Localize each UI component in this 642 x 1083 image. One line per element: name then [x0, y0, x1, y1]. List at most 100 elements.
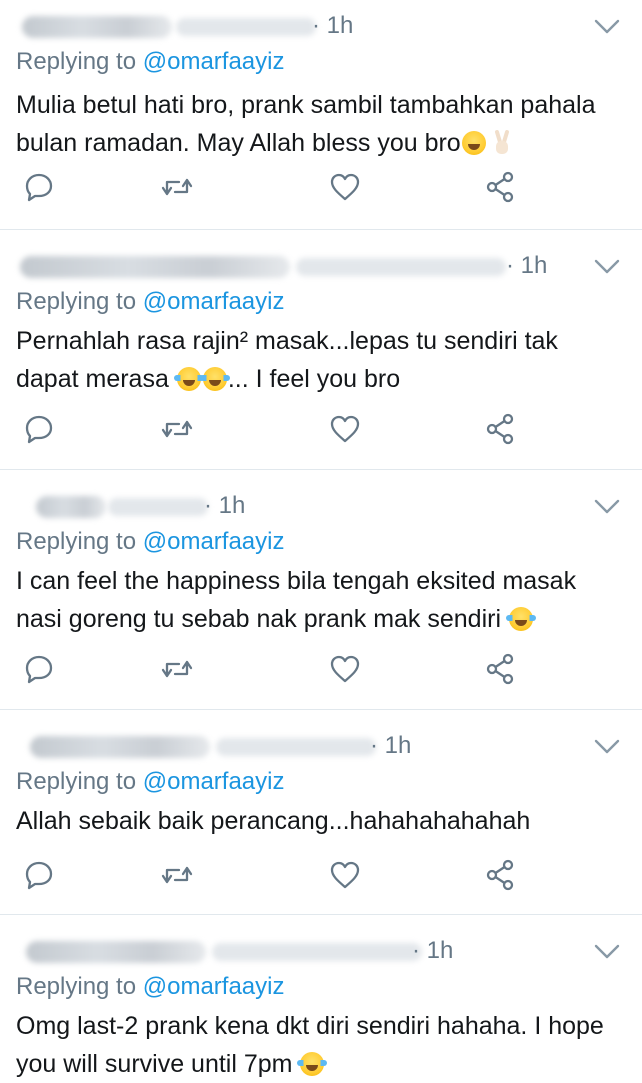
mention-link[interactable]: @omarfaayiz — [143, 528, 285, 555]
reply-button[interactable] — [22, 858, 56, 892]
tweet-text-line: you will survive until 7pm — [16, 1050, 293, 1078]
joy-emoji-icon — [199, 367, 230, 391]
reply-tweet[interactable]: · 1h Replying to @omarfaayiz Pernahlah r… — [0, 230, 642, 470]
retweet-button[interactable] — [160, 652, 194, 686]
mention-link[interactable]: @omarfaayiz — [143, 48, 285, 75]
blurred-author-handle — [176, 18, 316, 36]
tweet-timestamp[interactable]: · 1h — [312, 12, 353, 40]
share-button[interactable] — [484, 170, 518, 204]
replying-to-label: Replying to — [16, 768, 143, 795]
reply-tweet[interactable]: · 1h Replying to @omarfaayiz Omg last-2 … — [0, 915, 642, 1080]
share-button[interactable] — [484, 412, 518, 446]
blurred-author-name — [36, 496, 106, 518]
reply-tweet[interactable]: · 1h Replying to @omarfaayiz Mulia betul… — [0, 0, 642, 230]
replying-to: Replying to @omarfaayiz — [16, 288, 285, 316]
tweet-actions — [0, 858, 642, 898]
heart-icon — [330, 415, 360, 443]
share-icon — [486, 653, 514, 685]
share-icon — [486, 413, 514, 445]
victory-hand-emoji-icon — [494, 130, 509, 154]
blurred-author-handle — [212, 943, 422, 961]
blurred-author-name — [30, 736, 210, 758]
joy-emoji-icon — [297, 1052, 328, 1076]
reply-button[interactable] — [22, 170, 56, 204]
tweet-text-line: dapat merasa — [16, 365, 169, 393]
tweet-header: · 1h — [16, 935, 642, 967]
replying-to: Replying to @omarfaayiz — [16, 48, 285, 76]
retweet-icon — [161, 866, 193, 884]
like-button[interactable] — [328, 652, 362, 686]
replying-to: Replying to @omarfaayiz — [16, 768, 285, 796]
joy-emoji-icon — [173, 367, 204, 391]
tweet-timestamp[interactable]: · 1h — [370, 732, 411, 760]
tweet-timestamp[interactable]: · 1h — [506, 252, 547, 280]
replying-to-label: Replying to — [16, 973, 143, 1000]
joy-emoji-icon — [505, 607, 536, 631]
like-button[interactable] — [328, 858, 362, 892]
mention-link[interactable]: @omarfaayiz — [143, 768, 285, 795]
tweet-timestamp[interactable]: · 1h — [204, 492, 245, 520]
chevron-down-icon[interactable] — [594, 498, 620, 516]
replying-to-label: Replying to — [16, 48, 143, 75]
tweet-header: · 1h — [16, 490, 642, 522]
reply-icon — [25, 655, 53, 684]
reply-icon — [25, 861, 53, 890]
share-icon — [486, 859, 514, 891]
retweet-button[interactable] — [160, 170, 194, 204]
tweet-text-line: Mulia betul hati bro, prank sambil tamba… — [16, 91, 596, 119]
retweet-icon — [161, 660, 193, 678]
replying-to-label: Replying to — [16, 528, 143, 555]
tweet-actions — [0, 170, 642, 210]
tweet-text: I can feel the happiness bila tengah eks… — [16, 562, 628, 638]
tweet-text: Omg last-2 prank kena dkt diri sendiri h… — [16, 1007, 628, 1083]
tweet-text-line: Omg last-2 prank kena dkt diri sendiri h… — [16, 1012, 604, 1040]
tweet-text-line: I can feel the happiness bila tengah eks… — [16, 567, 577, 595]
tweet-header: · 1h — [16, 730, 642, 762]
tweet-actions — [0, 412, 642, 452]
share-button[interactable] — [484, 652, 518, 686]
tweet-text-line: bulan ramadan. May Allah bless you bro — [16, 129, 461, 157]
replying-to: Replying to @omarfaayiz — [16, 973, 285, 1001]
chevron-down-icon[interactable] — [594, 258, 620, 276]
mention-link[interactable]: @omarfaayiz — [143, 973, 285, 1000]
blurred-author-handle — [108, 498, 208, 516]
heart-icon — [330, 173, 360, 201]
grinning-emoji-icon — [461, 131, 486, 155]
replying-to: Replying to @omarfaayiz — [16, 528, 285, 556]
tweet-text: Allah sebaik baik perancang...hahahahaha… — [16, 802, 628, 840]
tweet-actions — [0, 652, 642, 692]
like-button[interactable] — [328, 170, 362, 204]
tweet-text-line: Allah sebaik baik perancang...hahahahaha… — [16, 807, 531, 835]
tweet-text-line: Pernahlah rasa rajin² masak...lepas tu s… — [16, 327, 558, 355]
tweet-text: Mulia betul hati bro, prank sambil tamba… — [16, 86, 628, 162]
mention-link[interactable]: @omarfaayiz — [143, 288, 285, 315]
share-icon — [486, 171, 514, 203]
reply-tweet[interactable]: · 1h Replying to @omarfaayiz I can feel … — [0, 470, 642, 710]
retweet-button[interactable] — [160, 858, 194, 892]
blurred-author-name — [20, 256, 290, 278]
blurred-author-handle — [296, 258, 506, 276]
tweet-text-line: nasi goreng tu sebab nak prank mak sendi… — [16, 605, 502, 633]
reply-button[interactable] — [22, 652, 56, 686]
replying-to-label: Replying to — [16, 288, 143, 315]
blurred-author-name — [22, 16, 172, 38]
reply-icon — [25, 173, 53, 202]
blurred-author-handle — [216, 738, 376, 756]
reply-button[interactable] — [22, 412, 56, 446]
tweet-text-line: ... I feel you bro — [227, 365, 401, 393]
heart-icon — [330, 655, 360, 683]
blurred-author-name — [26, 941, 206, 963]
tweet-timestamp[interactable]: · 1h — [412, 937, 453, 965]
reply-icon — [25, 415, 53, 444]
chevron-down-icon[interactable] — [594, 943, 620, 961]
like-button[interactable] — [328, 412, 362, 446]
tweet-header: · 1h — [16, 250, 642, 282]
share-button[interactable] — [484, 858, 518, 892]
chevron-down-icon[interactable] — [594, 18, 620, 36]
tweet-text: Pernahlah rasa rajin² masak...lepas tu s… — [16, 322, 628, 398]
tweet-header: · 1h — [16, 10, 642, 42]
reply-tweet[interactable]: · 1h Replying to @omarfaayiz Allah sebai… — [0, 710, 642, 915]
chevron-down-icon[interactable] — [594, 738, 620, 756]
retweet-button[interactable] — [160, 412, 194, 446]
retweet-icon — [161, 178, 193, 196]
